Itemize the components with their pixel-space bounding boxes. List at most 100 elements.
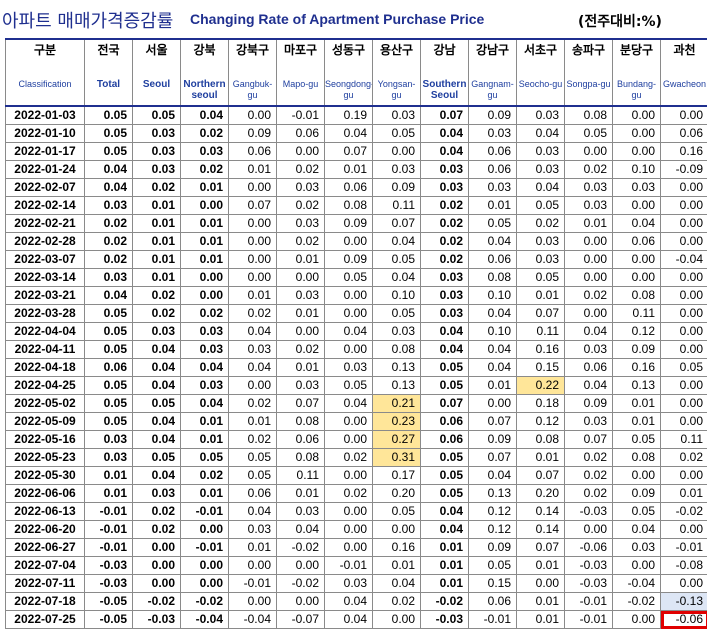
table-cell: 0.05 xyxy=(84,105,133,125)
table-cell: 0.02 xyxy=(372,592,421,611)
table-cell: 0.05 xyxy=(420,484,469,503)
table-cell: 0.03 xyxy=(612,538,661,557)
table-row: 2022-02-07 0.04 0.02 0.01 0.00 0.03 0.06 0.09 0.… xyxy=(5,178,707,197)
table-cell: 0.05 xyxy=(228,466,277,485)
row-date: 2022-06-13 xyxy=(5,502,85,521)
table-cell: 0.05 xyxy=(372,124,421,143)
table-cell: 0.03 xyxy=(516,160,565,179)
column-header-en: Seoul xyxy=(142,79,171,90)
table-cell: 0.00 xyxy=(324,340,373,359)
table-cell: 0.02 xyxy=(564,466,613,485)
table-cell: 0.09 xyxy=(564,394,613,413)
table-cell: 0.03 xyxy=(420,178,469,197)
table-cell: 0.20 xyxy=(372,484,421,503)
table-cell: 0.01 xyxy=(276,484,325,503)
title-bar: 아파트 매매가격증감률 Changing Rate of Apartment P… xyxy=(0,0,707,38)
table-cell: 0.02 xyxy=(564,484,613,503)
table-cell: 0.00 xyxy=(612,142,661,161)
table-cell: 0.00 xyxy=(180,574,229,593)
table-cell: 0.09 xyxy=(228,124,277,143)
table-cell: 0.00 xyxy=(660,178,707,197)
table-row: 2022-03-28 0.05 0.02 0.02 0.02 0.01 0.00 0.05 0.… xyxy=(5,304,707,323)
table-cell: 0.02 xyxy=(660,448,707,467)
column-header-kr: 용산구 xyxy=(379,43,414,57)
table-cell: 0.01 xyxy=(180,214,229,233)
table-cell: 0.05 xyxy=(324,268,373,287)
table-row: 2022-02-21 0.02 0.01 0.01 0.00 0.03 0.09 0.07 0.… xyxy=(5,214,707,233)
title-korean: 아파트 매매가격증감률 xyxy=(2,11,174,32)
table-cell: 0.16 xyxy=(516,340,565,359)
column-header-kr: 강남구 xyxy=(475,43,510,57)
table-cell: 0.00 xyxy=(468,394,517,413)
table-cell: 0.00 xyxy=(612,466,661,485)
table-cell: 0.02 xyxy=(132,502,181,521)
table-cell: 0.07 xyxy=(516,304,565,323)
table-cell: 0.07 xyxy=(516,538,565,557)
table-cell: 0.01 xyxy=(660,484,707,503)
table-cell: 0.03 xyxy=(516,232,565,251)
table-cell: 0.06 xyxy=(468,592,517,611)
table-row: 2022-04-25 0.05 0.04 0.03 0.00 0.03 0.05 0.13 0.… xyxy=(5,376,707,395)
column-header-en: Southern Seoul xyxy=(422,79,467,101)
table-cell: 0.00 xyxy=(180,556,229,575)
table-cell: 0.05 xyxy=(612,502,661,521)
table-cell: 0.00 xyxy=(228,376,277,395)
table-cell: 0.04 xyxy=(324,124,373,143)
table-cell: 0.04 xyxy=(468,358,517,377)
table-row: 2022-04-11 0.05 0.04 0.03 0.03 0.02 0.00 0.08 0.… xyxy=(5,340,707,359)
table-row: 2022-01-24 0.04 0.03 0.02 0.01 0.02 0.01 0.03 0.… xyxy=(5,160,707,179)
table-cell: 0.00 xyxy=(660,232,707,251)
column-header-kr: 마포구 xyxy=(283,43,318,57)
table-cell: 0.05 xyxy=(132,448,181,467)
table-cell: 0.05 xyxy=(84,124,133,143)
table-cell: 0.03 xyxy=(132,124,181,143)
column-header-6: 성동구 Seongdong-gu xyxy=(324,38,373,107)
column-header-kr: 강북구 xyxy=(235,43,270,57)
table-body: 2022-01-03 0.05 0.05 0.04 0.00 -0.01 0.19 0.03 0… xyxy=(5,105,707,629)
table-cell: 0.03 xyxy=(180,322,229,341)
table-cell: 0.01 xyxy=(564,214,613,233)
row-date: 2022-07-25 xyxy=(5,610,85,629)
table-cell: 0.03 xyxy=(84,268,133,287)
table-cell: 0.00 xyxy=(660,412,707,431)
table-cell: -0.02 xyxy=(276,574,325,593)
table-cell: 0.04 xyxy=(84,160,133,179)
row-date: 2022-05-30 xyxy=(5,466,85,485)
table-cell: 0.00 xyxy=(516,574,565,593)
column-header-0: 구분 Classification xyxy=(5,38,85,107)
table-cell: 0.01 xyxy=(420,538,469,557)
table-row: 2022-03-07 0.02 0.01 0.01 0.00 0.01 0.09 0.05 0.… xyxy=(5,250,707,269)
table-cell: -0.01 xyxy=(468,610,517,629)
table-cell: 0.00 xyxy=(660,376,707,395)
table-cell: 0.05 xyxy=(372,304,421,323)
table-cell: 0.03 xyxy=(84,196,133,215)
table-cell: 0.04 xyxy=(468,466,517,485)
column-header-kr: 서초구 xyxy=(523,43,558,57)
table-cell: 0.05 xyxy=(372,502,421,521)
table-cell: 0.04 xyxy=(420,124,469,143)
table-cell: 0.00 xyxy=(324,232,373,251)
table-cell: 0.01 xyxy=(132,250,181,269)
table-cell: 0.02 xyxy=(564,448,613,467)
table-cell: 0.21 xyxy=(372,394,421,413)
table-cell: 0.03 xyxy=(372,160,421,179)
table-cell: 0.00 xyxy=(228,214,277,233)
column-header-5: 마포구 Mapo-gu xyxy=(276,38,325,107)
table-cell: 0.11 xyxy=(372,196,421,215)
row-date: 2022-03-21 xyxy=(5,286,85,305)
table-cell: 0.16 xyxy=(372,538,421,557)
table-cell: -0.01 xyxy=(84,538,133,557)
table-cell: 0.06 xyxy=(324,178,373,197)
table-cell: 0.00 xyxy=(564,232,613,251)
table-cell: 0.02 xyxy=(564,286,613,305)
table-cell: 0.09 xyxy=(612,340,661,359)
table-cell: 0.04 xyxy=(420,322,469,341)
table-cell: 0.00 xyxy=(660,105,707,125)
column-header-10: 서초구 Seocho-gu xyxy=(516,38,565,107)
table-row: 2022-06-13 -0.01 0.02 -0.01 0.04 0.03 0.00 0.05… xyxy=(5,502,707,521)
table-cell: 0.01 xyxy=(468,196,517,215)
table-cell: 0.04 xyxy=(84,178,133,197)
table-cell: 0.02 xyxy=(228,430,277,449)
column-header-en: Gangbuk-gu xyxy=(232,79,273,100)
table-row: 2022-05-02 0.05 0.05 0.04 0.02 0.07 0.04 0.21 0.… xyxy=(5,394,707,413)
